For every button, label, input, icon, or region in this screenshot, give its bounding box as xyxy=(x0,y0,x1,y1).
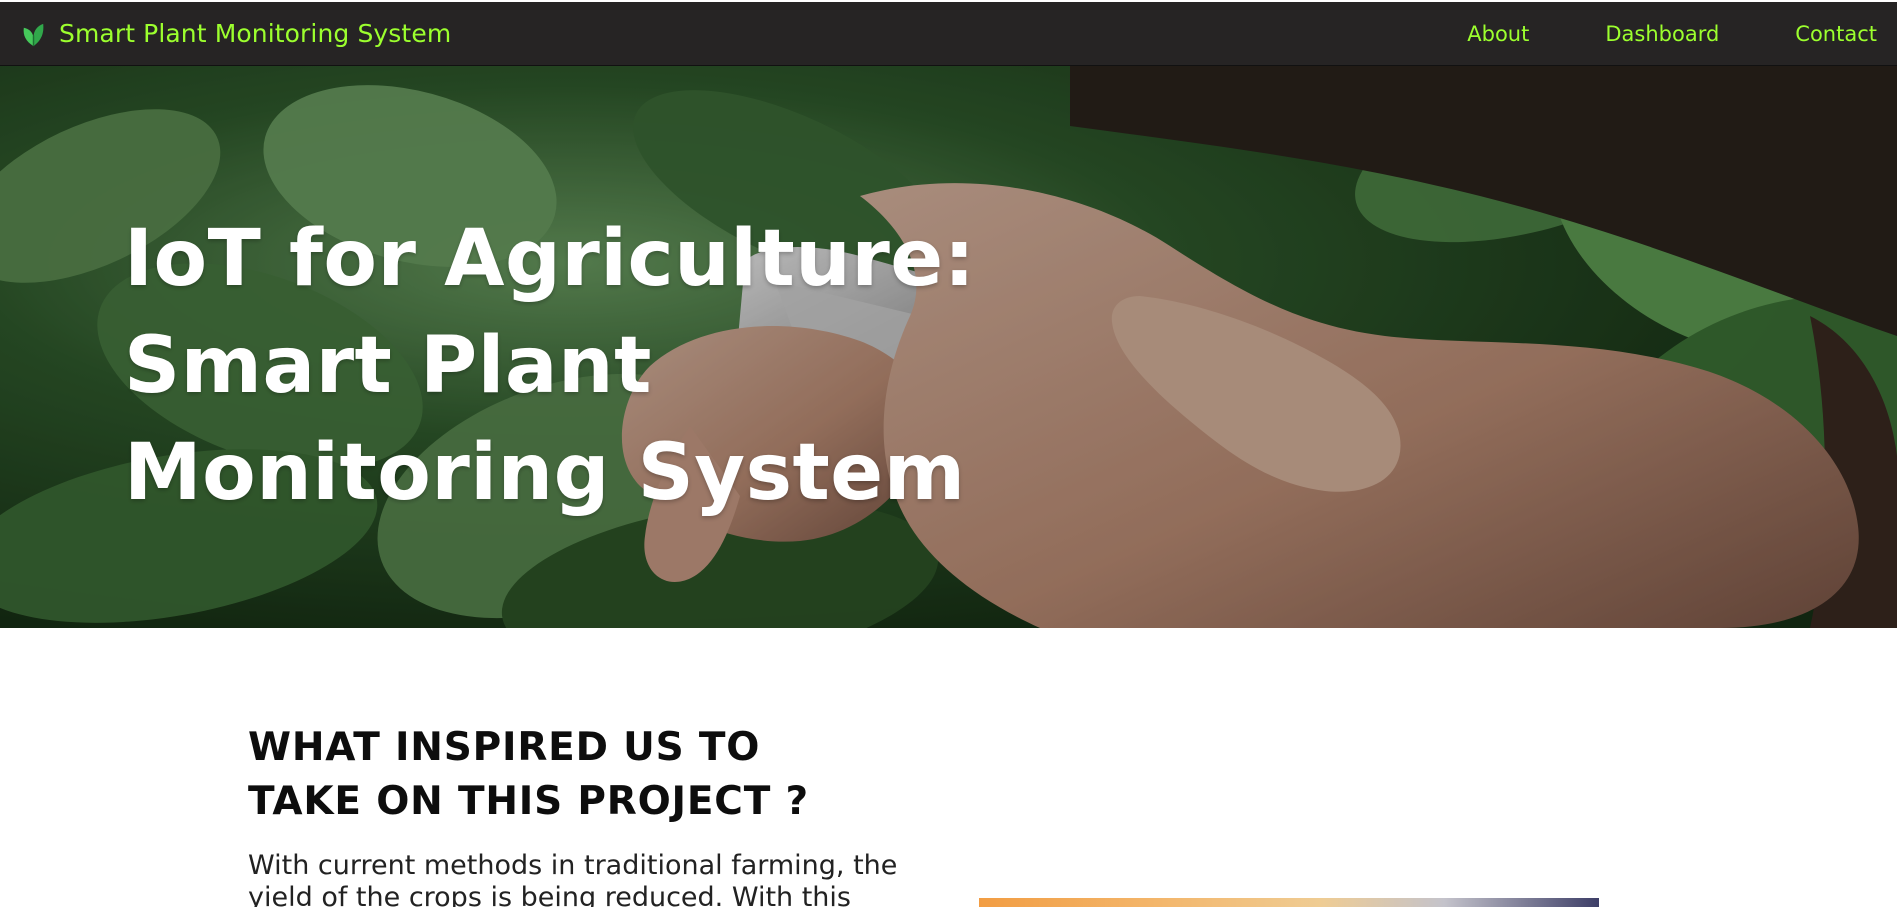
nav-dashboard-link[interactable]: Dashboard xyxy=(1605,23,1719,45)
hero-title: IoT for Agriculture: Smart Plant Monitor… xyxy=(124,214,976,518)
top-navbar: Smart Plant Monitoring System About Dash… xyxy=(0,0,1897,66)
section-text: With current methods in traditional farm… xyxy=(248,850,898,907)
brand-title: Smart Plant Monitoring System xyxy=(59,18,452,48)
nav-contact-link[interactable]: Contact xyxy=(1795,23,1877,45)
leaf-icon xyxy=(18,18,49,49)
inspiration-section: WHAT INSPIRED US TO TAKE ON THIS PROJECT… xyxy=(0,628,1897,907)
section-side-image xyxy=(979,898,1599,907)
hero-banner: IoT for Agriculture: Smart Plant Monitor… xyxy=(0,66,1897,628)
section-title: WHAT INSPIRED US TO TAKE ON THIS PROJECT… xyxy=(248,725,809,824)
main-navigation: About Dashboard Contact xyxy=(1467,2,1877,66)
nav-about-link[interactable]: About xyxy=(1467,23,1529,45)
brand-link[interactable]: Smart Plant Monitoring System xyxy=(18,16,451,50)
